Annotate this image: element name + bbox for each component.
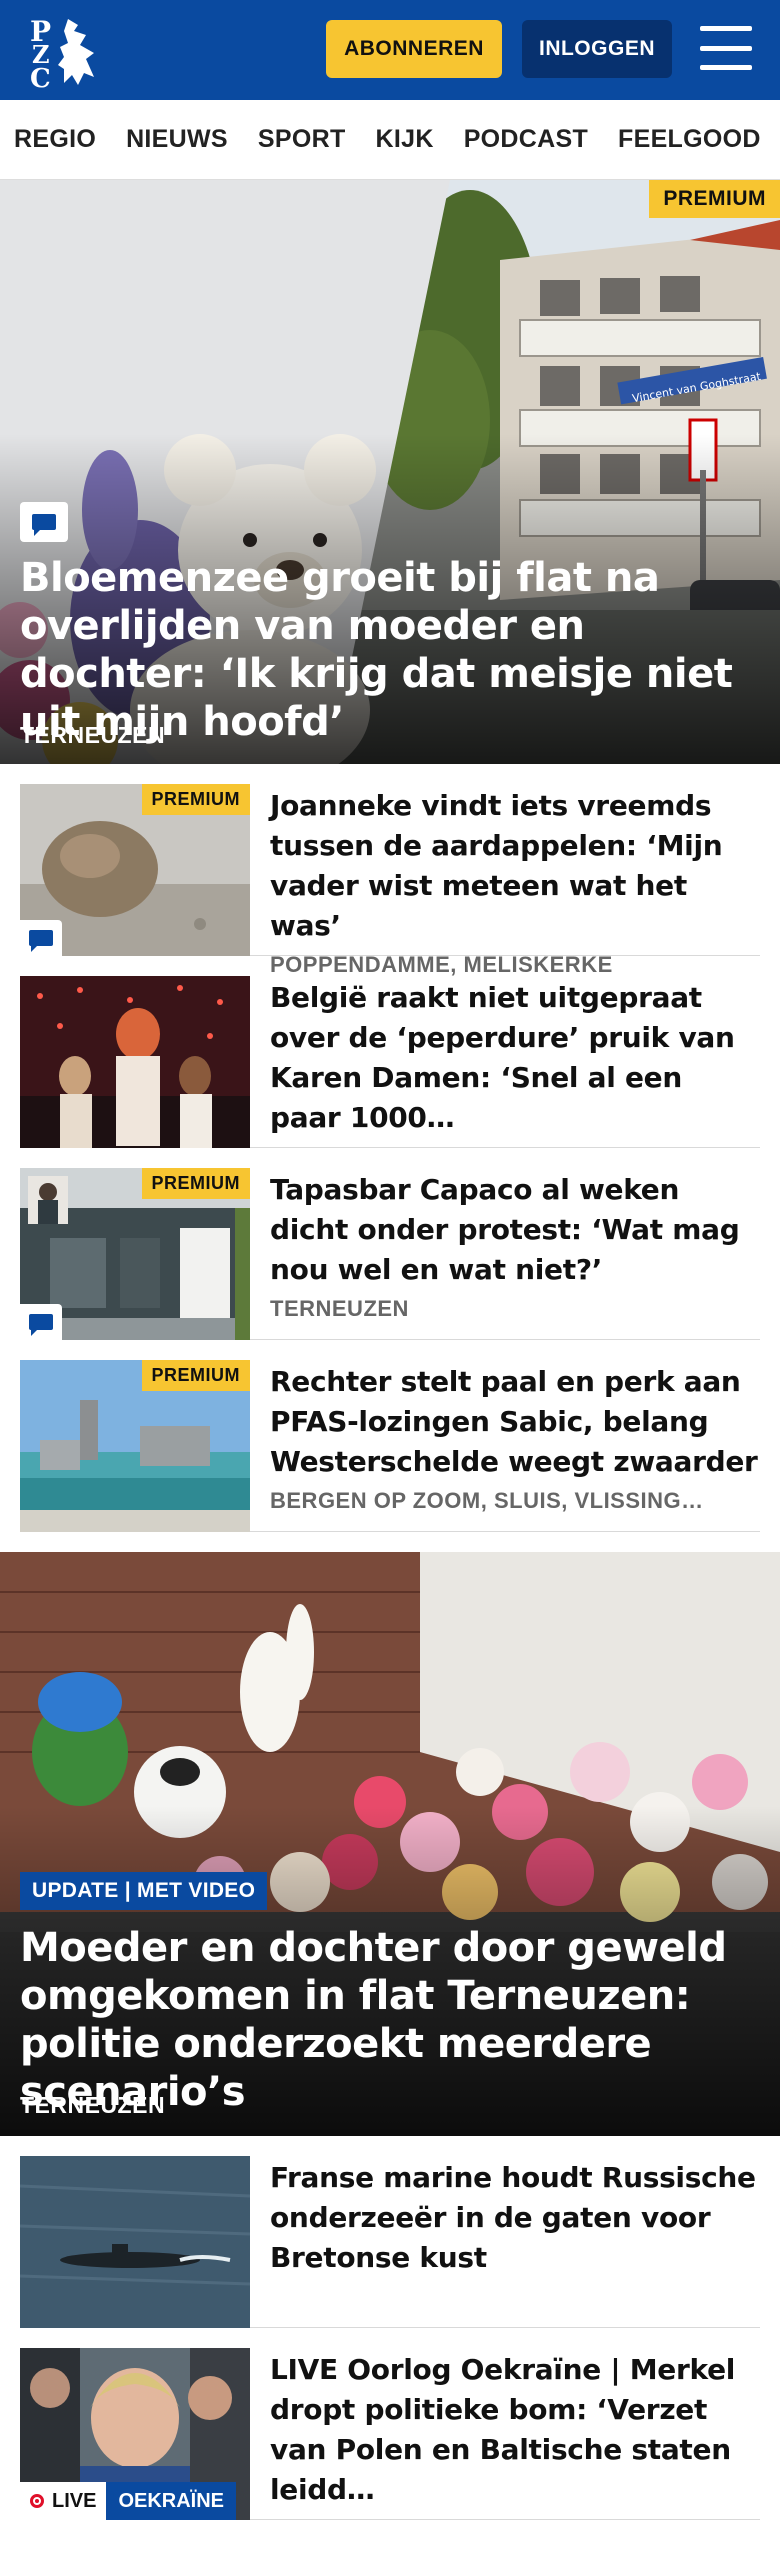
article-thumbnail xyxy=(20,976,250,1148)
hero-location: TERNEUZEN xyxy=(20,722,166,748)
premium-badge: PREMIUM xyxy=(141,1168,250,1199)
nav-item-sport[interactable]: SPORT xyxy=(258,125,346,154)
nav-item-podcast[interactable]: PODCAST xyxy=(464,125,588,154)
subscribe-button[interactable]: ABONNEREN xyxy=(326,20,502,78)
article-title[interactable]: Joanneke vindt iets vreemds tussen de aa… xyxy=(270,786,760,946)
article-list: PREMIUM Joanneke vindt iets vreemds tuss… xyxy=(0,764,780,1532)
live-badge: LIVE OEKRAÏNE xyxy=(20,2482,237,2520)
comment-icon xyxy=(20,502,68,542)
article-title[interactable]: België raakt niet uitgepraat over de ‘pe… xyxy=(270,978,760,1138)
article-thumbnail: PREMIUM xyxy=(20,784,250,956)
live-category: OEKRAÏNE xyxy=(106,2482,237,2520)
article-thumbnail: LIVE OEKRAÏNE xyxy=(20,2348,250,2520)
premium-badge: PREMIUM xyxy=(141,1360,250,1391)
article-location: POPPENDAMME, MELISKERKE xyxy=(270,952,613,977)
hero-title[interactable]: Moeder en dochter door geweld omgekomen … xyxy=(20,1924,750,2116)
update-tag: UPDATE | MET VIDEO xyxy=(20,1872,268,1910)
live-dot-icon xyxy=(30,2494,44,2508)
login-button[interactable]: INLOGGEN xyxy=(522,20,672,78)
list-item[interactable]: België raakt niet uitgepraat over de ‘pe… xyxy=(20,956,760,1148)
svg-text:C: C xyxy=(30,64,51,89)
nav-item-nieuws[interactable]: NIEUWS xyxy=(126,125,228,154)
live-label: LIVE xyxy=(52,2489,97,2512)
list-item[interactable]: LIVE OEKRAÏNE LIVE Oorlog Oekraïne | Mer… xyxy=(20,2328,760,2520)
list-item[interactable]: Franse marine houdt Russische onderzeeër… xyxy=(20,2136,760,2328)
pzc-logo[interactable]: P Z C xyxy=(24,11,114,94)
hero-location: TERNEUZEN xyxy=(20,2092,166,2118)
list-item[interactable]: PREMIUM Joanneke vindt iets vreemds tuss… xyxy=(20,764,760,977)
article-title[interactable]: Franse marine houdt Russische onderzeeër… xyxy=(270,2158,760,2278)
article-thumbnail: PREMIUM xyxy=(20,1360,250,1532)
hero-article-2[interactable]: UPDATE | MET VIDEO Moeder en dochter doo… xyxy=(0,1552,780,2136)
article-list-2: Franse marine houdt Russische onderzeeër… xyxy=(0,2136,780,2520)
top-bar: P Z C ABONNEREN INLOGGEN xyxy=(0,0,780,100)
comment-icon xyxy=(20,920,62,956)
article-thumbnail xyxy=(20,2156,250,2328)
hero-article[interactable]: Vincent van Goghstraat PREMIUM Bloemenze… xyxy=(0,180,780,764)
list-item[interactable]: PREMIUM Tapasbar Capaco al weken dicht o… xyxy=(20,1148,760,1340)
article-location: BERGEN OP ZOOM, SLUIS, VLISSING… xyxy=(270,1488,704,1513)
article-location: TERNEUZEN xyxy=(270,1296,409,1321)
article-thumbnail: PREMIUM xyxy=(20,1168,250,1340)
list-item[interactable]: PREMIUM Rechter stelt paal en perk aan P… xyxy=(20,1340,760,1532)
article-title[interactable]: Tapasbar Capaco al weken dicht onder pro… xyxy=(270,1170,760,1290)
nav-item-regio[interactable]: REGIO xyxy=(14,125,96,154)
article-title[interactable]: Rechter stelt paal en perk aan PFAS-lozi… xyxy=(270,1362,760,1482)
premium-badge: PREMIUM xyxy=(649,180,780,218)
nav-item-feelgood[interactable]: FEELGOOD xyxy=(618,125,761,154)
comment-icon xyxy=(20,1304,62,1340)
hero-title[interactable]: Bloemenzee groeit bij flat na overlijden… xyxy=(20,554,750,746)
article-title[interactable]: LIVE Oorlog Oekraïne | Merkel dropt poli… xyxy=(270,2350,760,2510)
premium-badge: PREMIUM xyxy=(141,784,250,815)
hamburger-menu-icon[interactable] xyxy=(700,26,752,70)
nav-item-kijk[interactable]: KIJK xyxy=(376,125,434,154)
category-nav: REGIO NIEUWS SPORT KIJK PODCAST FEELGOOD… xyxy=(0,100,780,180)
